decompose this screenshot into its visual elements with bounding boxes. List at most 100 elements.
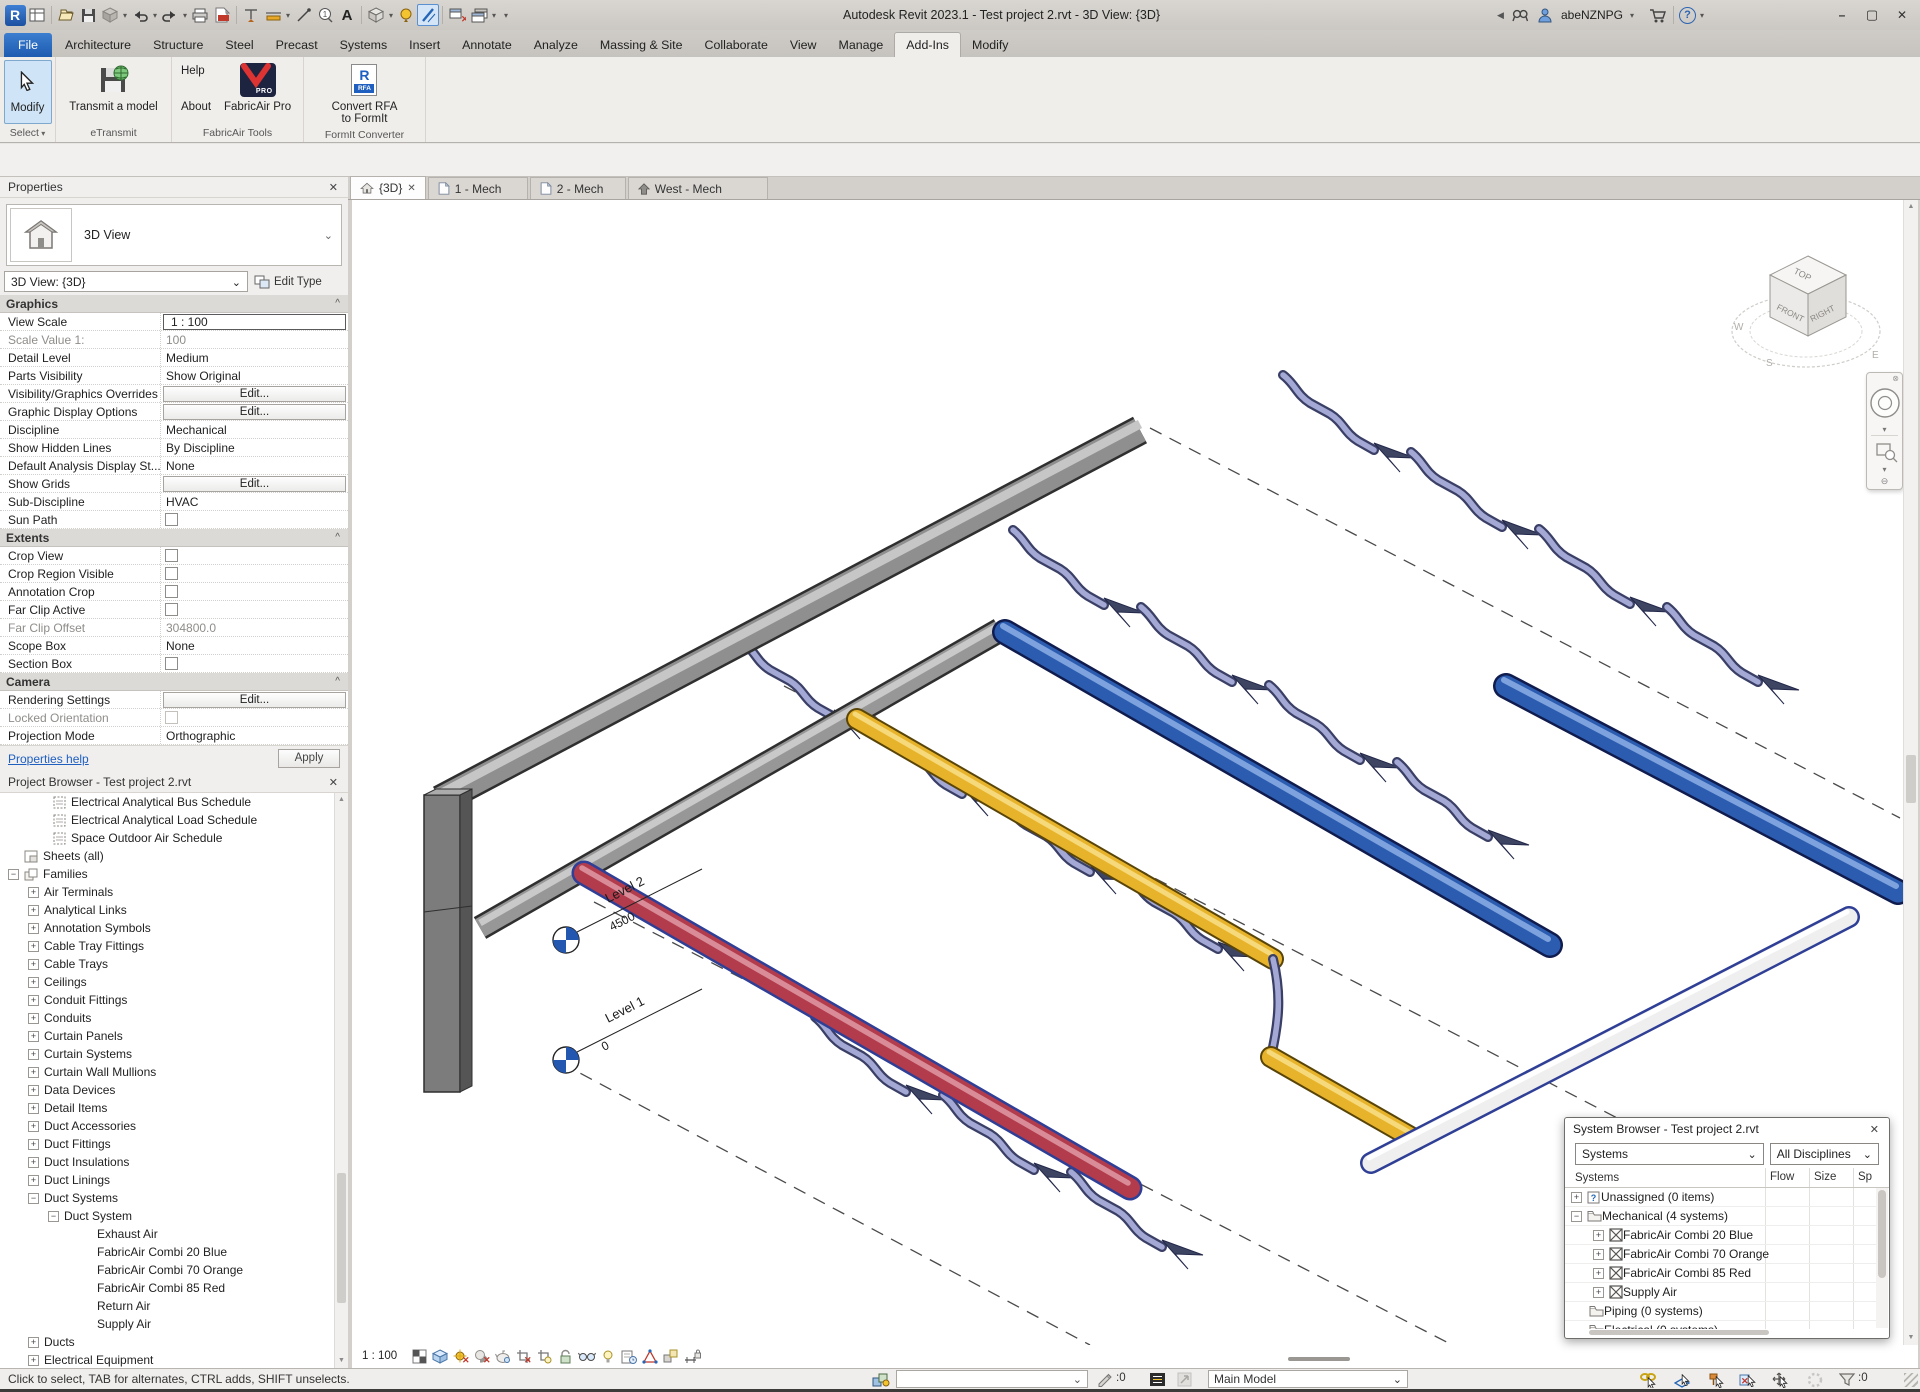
property-row[interactable]: Scope BoxNone bbox=[0, 637, 348, 655]
expand-expander[interactable] bbox=[28, 1049, 39, 1060]
tab-structure[interactable]: Structure bbox=[142, 33, 214, 57]
redo-dropdown-icon[interactable] bbox=[181, 11, 189, 20]
tab-massing-site[interactable]: Massing & Site bbox=[589, 33, 694, 57]
rendering-dialog-icon[interactable] bbox=[494, 1347, 512, 1365]
displacement-sets-icon[interactable] bbox=[662, 1347, 680, 1365]
expand-expander[interactable] bbox=[1593, 1287, 1604, 1298]
select-underlay-icon[interactable] bbox=[1674, 1371, 1692, 1388]
drag-on-selection-icon[interactable] bbox=[1770, 1371, 1788, 1388]
property-row[interactable]: Show Hidden LinesBy Discipline bbox=[0, 439, 348, 457]
navbar-collapse-icon[interactable] bbox=[1867, 476, 1902, 487]
system-browser-vscrollbar[interactable] bbox=[1876, 1188, 1888, 1328]
revit-logo-icon[interactable]: R bbox=[4, 4, 26, 26]
search-icon[interactable] bbox=[1510, 4, 1532, 26]
scrollbar-thumb[interactable] bbox=[337, 1173, 346, 1303]
tree-item-category[interactable]: Duct Fittings bbox=[0, 1135, 334, 1153]
signed-in-user[interactable]: abeNZNPG bbox=[1558, 8, 1626, 22]
property-row[interactable]: Detail LevelMedium bbox=[0, 349, 348, 367]
tab-collaborate[interactable]: Collaborate bbox=[694, 33, 779, 57]
tree-item-category[interactable]: Curtain Systems bbox=[0, 1045, 334, 1063]
thin-lines-icon[interactable] bbox=[417, 4, 439, 26]
far-clip-active-checkbox[interactable] bbox=[165, 603, 178, 616]
tab-systems[interactable]: Systems bbox=[329, 33, 399, 57]
property-row[interactable]: Crop View bbox=[0, 547, 348, 565]
zoom-icon[interactable] bbox=[1867, 439, 1904, 465]
property-row[interactable]: Far Clip Active bbox=[0, 601, 348, 619]
tree-item-category[interactable]: Duct Linings bbox=[0, 1171, 334, 1189]
edit-button[interactable]: Edit... bbox=[163, 386, 346, 402]
panel-label-etransmit[interactable]: eTransmit bbox=[56, 125, 171, 142]
close-view-icon[interactable] bbox=[407, 183, 415, 194]
collapse-expander[interactable] bbox=[1571, 1211, 1582, 1222]
render-icon[interactable] bbox=[395, 4, 417, 26]
expand-expander[interactable] bbox=[28, 995, 39, 1006]
expand-expander[interactable] bbox=[1593, 1230, 1604, 1241]
cart-icon[interactable] bbox=[1646, 4, 1668, 26]
expand-expander[interactable] bbox=[28, 1337, 39, 1348]
viewcube[interactable]: W S E TOP FRONT RIGHT bbox=[1728, 245, 1908, 385]
expand-expander[interactable] bbox=[1593, 1268, 1604, 1279]
edit-button[interactable]: Edit... bbox=[163, 404, 346, 420]
sun-path-checkbox[interactable] bbox=[165, 513, 178, 526]
tree-item-category[interactable]: Air Terminals bbox=[0, 883, 334, 901]
system-row-unassigned[interactable]: ?Unassigned (0 items) bbox=[1565, 1188, 1876, 1207]
system-browser-hscrollbar[interactable] bbox=[1569, 1330, 1873, 1336]
view-tab-west-mech[interactable]: West - Mech bbox=[628, 177, 768, 199]
property-row[interactable]: DisciplineMechanical bbox=[0, 421, 348, 439]
scroll-down-icon[interactable] bbox=[1904, 1331, 1918, 1345]
view-tab-3d[interactable]: {3D} bbox=[350, 176, 426, 199]
scrollbar-thumb[interactable] bbox=[1906, 755, 1916, 803]
navbar-close-icon[interactable] bbox=[1892, 374, 1899, 383]
steering-wheel-icon[interactable] bbox=[1867, 383, 1904, 423]
edit-button[interactable]: Edit... bbox=[163, 692, 346, 708]
scroll-up-icon[interactable] bbox=[335, 793, 348, 807]
panel-label-select[interactable]: Select bbox=[0, 125, 55, 142]
tab-manage[interactable]: Manage bbox=[828, 33, 895, 57]
type-selector-dropdown[interactable]: 3D View: {3D} bbox=[4, 271, 248, 292]
property-row[interactable]: Default Analysis Display St...None bbox=[0, 457, 348, 475]
property-row[interactable]: Parts VisibilityShow Original bbox=[0, 367, 348, 385]
close-inactive-windows-icon[interactable]: ✕ bbox=[446, 4, 468, 26]
tree-item-schedule[interactable]: Electrical Analytical Load Schedule bbox=[0, 811, 334, 829]
properties-help-link[interactable]: Properties help bbox=[8, 752, 278, 766]
convert-rfa-button[interactable]: RRFA Convert RFAto FormIt bbox=[327, 60, 403, 127]
system-row[interactable]: FabricAir Combi 20 Blue bbox=[1565, 1226, 1876, 1245]
zoom-dropdown-icon[interactable] bbox=[1867, 465, 1902, 474]
expand-expander[interactable] bbox=[28, 1157, 39, 1168]
tree-item-category[interactable]: Electrical Equipment bbox=[0, 1351, 334, 1368]
tree-item-system-type[interactable]: FabricAir Combi 20 Blue bbox=[0, 1243, 334, 1261]
select-links-icon[interactable] bbox=[1640, 1371, 1658, 1388]
tree-item-category[interactable]: Cable Trays bbox=[0, 955, 334, 973]
user-dropdown-icon[interactable] bbox=[1628, 11, 1636, 20]
system-row-electrical[interactable]: Electrical (0 systems) bbox=[1565, 1321, 1876, 1329]
tab-annotate[interactable]: Annotate bbox=[451, 33, 523, 57]
measure-icon[interactable] bbox=[240, 4, 262, 26]
shadows-off-icon[interactable]: ✕ bbox=[473, 1347, 491, 1365]
expand-expander[interactable] bbox=[28, 1031, 39, 1042]
maximize-button[interactable] bbox=[1858, 4, 1886, 26]
scroll-down-icon[interactable] bbox=[335, 1354, 348, 1368]
view-scale-control[interactable]: 1 : 100 bbox=[360, 1350, 407, 1362]
dimension-dropdown-icon[interactable] bbox=[284, 11, 292, 20]
tree-item-duct-system[interactable]: Duct System bbox=[0, 1207, 334, 1225]
undo-dropdown-icon[interactable] bbox=[151, 11, 159, 20]
property-row[interactable]: Projection ModeOrthographic bbox=[0, 727, 348, 745]
wheel-dropdown-icon[interactable] bbox=[1867, 425, 1902, 434]
tree-item-category[interactable]: Curtain Wall Mullions bbox=[0, 1063, 334, 1081]
print-icon[interactable] bbox=[189, 4, 211, 26]
property-row[interactable]: Rendering SettingsEdit... bbox=[0, 691, 348, 709]
crop-view-off-icon[interactable]: ✕ bbox=[515, 1347, 533, 1365]
system-browser-close-icon[interactable] bbox=[1868, 1123, 1881, 1136]
switch-windows-icon[interactable] bbox=[468, 4, 490, 26]
apply-button[interactable]: Apply bbox=[278, 749, 340, 768]
expand-expander[interactable] bbox=[28, 1139, 39, 1150]
tree-item-system-type[interactable]: Supply Air bbox=[0, 1315, 334, 1333]
tab-steel[interactable]: Steel bbox=[214, 33, 264, 57]
scrollbar-thumb[interactable] bbox=[1878, 1190, 1886, 1278]
user-icon[interactable] bbox=[1534, 4, 1556, 26]
tree-item-category[interactable]: Annotation Symbols bbox=[0, 919, 334, 937]
system-row[interactable]: Supply Air bbox=[1565, 1283, 1876, 1302]
crop-region-visible-checkbox[interactable] bbox=[165, 567, 178, 580]
tree-item-category[interactable]: Detail Items bbox=[0, 1099, 334, 1117]
edit-button[interactable]: Edit... bbox=[163, 476, 346, 492]
